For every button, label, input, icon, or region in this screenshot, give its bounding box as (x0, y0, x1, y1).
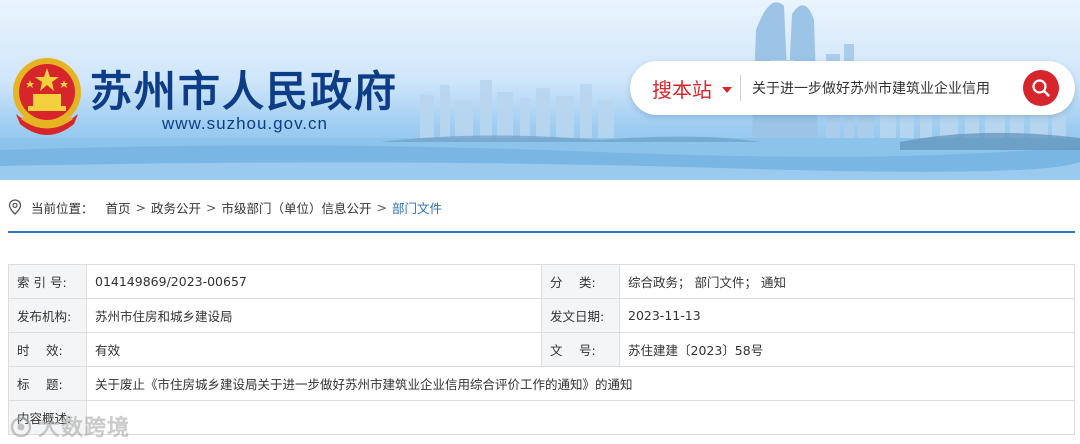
index-value: 014149869/2023-00657 (86, 264, 542, 299)
breadcrumb-separator: > (376, 199, 388, 215)
date-value: 2023-11-13 (619, 298, 1075, 333)
national-emblem-logo (13, 58, 81, 135)
site-header-banner: 苏州市人民政府 www.suzhou.gov.cn 搜本站 (0, 0, 1080, 180)
table-row: 索 引 号: 014149869/2023-00657 分 类: 综合政务； 部… (8, 264, 1075, 299)
watermark: 大数跨境 (10, 410, 130, 442)
search-button[interactable] (1023, 70, 1059, 106)
watermark-text: 大数跨境 (38, 416, 131, 441)
site-search-bar: 搜本站 (630, 61, 1075, 115)
search-scope-select[interactable]: 搜本站 (652, 74, 712, 103)
validity-value: 有效 (86, 332, 542, 367)
location-pin-icon (8, 199, 22, 215)
index-label: 索 引 号: (8, 264, 87, 299)
category-value: 综合政务； 部门文件； 通知 (619, 264, 1075, 299)
search-input[interactable] (752, 74, 1014, 102)
breadcrumb-prefix: 当前位置： (31, 200, 94, 216)
document-number-value: 苏住建建〔2023〕58号 (619, 332, 1075, 367)
table-row: 发布机构: 苏州市住房和城乡建设局 发文日期: 2023-11-13 (8, 298, 1075, 333)
table-row: 标 题: 关于废止《市住房城乡建设局关于进一步做好苏州市建筑业企业信用综合评价工… (8, 366, 1075, 401)
summary-value (86, 400, 1075, 435)
breadcrumb-separator: > (206, 199, 217, 215)
breadcrumb-divider (8, 231, 1075, 233)
table-row: 内容概述: (8, 400, 1075, 435)
validity-label: 时 效: (8, 332, 87, 367)
breadcrumb-department-documents[interactable]: 部门文件 (392, 198, 442, 217)
document-number-label: 文 号: (541, 332, 620, 367)
caret-down-icon[interactable] (722, 87, 732, 93)
publisher-value: 苏州市住房和城乡建设局 (86, 298, 542, 333)
date-label: 发文日期: (541, 298, 620, 333)
breadcrumb-separator: > (135, 199, 147, 215)
table-row: 时 效: 有效 文 号: 苏住建建〔2023〕58号 (8, 332, 1075, 367)
breadcrumb-government-affairs[interactable]: 政务公开 (151, 198, 201, 217)
breadcrumb-municipal-departments[interactable]: 市级部门（单位）信息公开 (222, 198, 372, 217)
title-value: 关于废止《市住房城乡建设局关于进一步做好苏州市建筑业企业信用综合评价工作的通知》… (86, 366, 1075, 401)
document-info-table: 索 引 号: 014149869/2023-00657 分 类: 综合政务； 部… (8, 264, 1075, 435)
search-divider (740, 75, 741, 101)
publisher-label: 发布机构: (8, 298, 87, 333)
search-icon (1032, 79, 1050, 97)
title-label: 标 题: (8, 366, 87, 401)
watermark-logo-icon (10, 416, 32, 438)
breadcrumb-home[interactable]: 首页 (106, 198, 131, 217)
breadcrumb: 当前位置： 首页 > 政务公开 > 市级部门（单位）信息公开 > 部门文件 (8, 197, 442, 217)
category-label: 分 类: (541, 264, 620, 299)
site-url: www.suzhou.gov.cn (162, 114, 328, 133)
site-title: 苏州市人民政府 (90, 67, 399, 116)
